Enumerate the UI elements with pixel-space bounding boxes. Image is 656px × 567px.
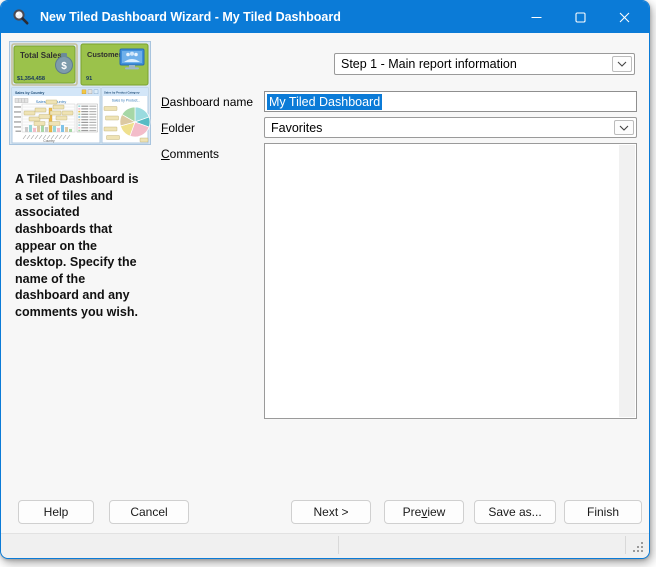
maximize-button[interactable]	[558, 1, 602, 33]
magnifier-app-icon	[12, 8, 30, 26]
comments-scrollbar[interactable]	[619, 145, 635, 417]
selected-text: My Tiled Dashboard	[267, 94, 382, 110]
pie-chart	[120, 107, 150, 137]
folder-select[interactable]: Favorites	[264, 117, 637, 138]
wizard-dialog: New Tiled Dashboard Wizard - My Tiled Da…	[0, 0, 650, 559]
panel-header-icons	[82, 90, 98, 94]
panel-sales-by-country-header: Sales by Country	[15, 91, 44, 95]
label-part: Pre	[403, 505, 422, 519]
cancel-button[interactable]: Cancel	[109, 500, 189, 524]
save-as-button[interactable]: Save as...	[474, 500, 556, 524]
title-bar[interactable]: New Tiled Dashboard Wizard - My Tiled Da…	[1, 1, 649, 33]
folder-label: Folder	[161, 121, 195, 135]
minimize-icon	[531, 12, 542, 23]
dashboard-name-label: Dashboard name	[161, 95, 253, 109]
svg-text:$: $	[61, 61, 67, 72]
label-rest: ashboard name	[170, 95, 253, 109]
tile-total-sales-value: $1,354,458	[17, 76, 45, 82]
mnemonic-char: D	[161, 95, 170, 109]
label-part: iew	[427, 505, 445, 519]
minimize-button[interactable]	[514, 1, 558, 33]
close-button[interactable]	[602, 1, 646, 33]
dashboard-preview-thumbnail: Total Sales $ $1,354,458 Customers 91 Sa…	[9, 41, 151, 145]
comments-label: Comments	[161, 147, 219, 161]
folder-select-value: Favorites	[271, 121, 322, 135]
pie-chart-title: Sales by Product...	[112, 99, 141, 103]
step-selector-value: Step 1 - Main report information	[341, 57, 517, 71]
panel-sales-by-product-header: Sales by Product Category	[104, 91, 140, 95]
next-button[interactable]: Next >	[291, 500, 371, 524]
status-bar	[1, 533, 649, 558]
status-bar-divider	[338, 536, 339, 554]
comments-textarea[interactable]	[264, 143, 637, 419]
step-selector[interactable]: Step 1 - Main report information	[334, 53, 635, 75]
status-bar-divider	[625, 536, 626, 554]
label-rest: omments	[170, 147, 219, 161]
window-title: New Tiled Dashboard Wizard - My Tiled Da…	[40, 10, 341, 24]
finish-button[interactable]: Finish	[564, 500, 642, 524]
bar-chart-x-axis-label: Country	[43, 139, 55, 143]
help-button[interactable]: Help	[18, 500, 94, 524]
step-selector-dropdown-button[interactable]	[612, 56, 632, 72]
chevron-down-icon	[617, 61, 627, 67]
tile-customers-value: 91	[86, 76, 92, 82]
folder-dropdown-button[interactable]	[614, 120, 634, 135]
description-text: A Tiled Dashboard is a set of tiles and …	[15, 171, 149, 321]
tile-total-sales-label: Total Sales	[20, 51, 62, 60]
mnemonic-char: C	[161, 147, 170, 161]
bar-chart-legend	[77, 104, 98, 132]
preview-button[interactable]: Preview	[384, 500, 464, 524]
maximize-icon	[575, 12, 586, 23]
label-rest: older	[168, 121, 195, 135]
dashboard-name-input[interactable]: My Tiled Dashboard	[264, 91, 637, 112]
window-controls	[514, 1, 646, 33]
close-icon	[619, 12, 630, 23]
resize-grip[interactable]	[633, 542, 644, 553]
chevron-down-icon	[619, 125, 629, 131]
